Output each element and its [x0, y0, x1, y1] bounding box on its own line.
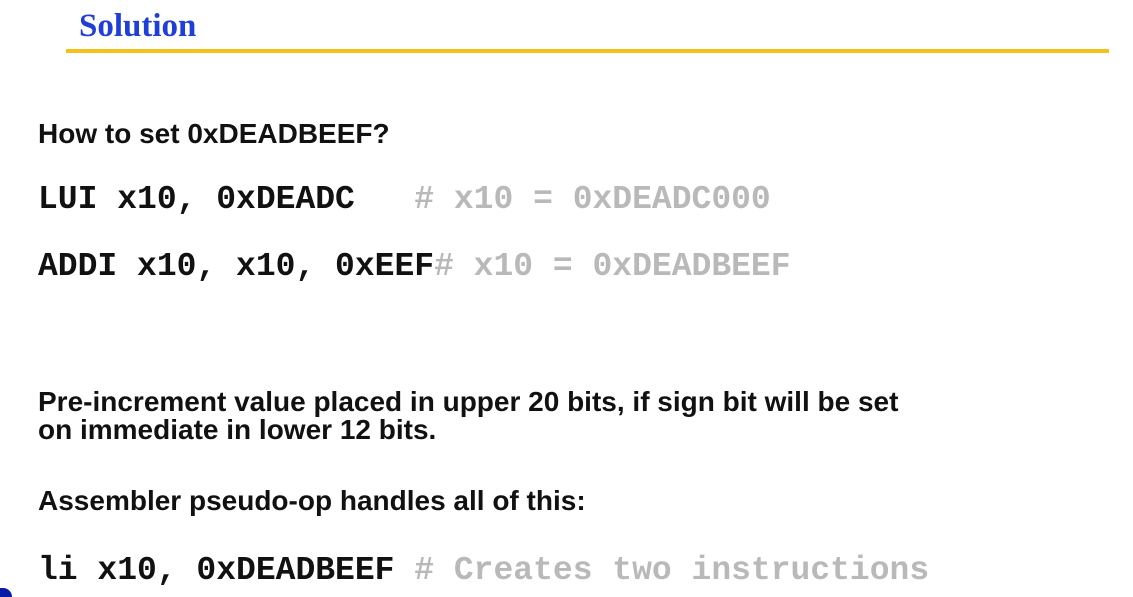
code-instruction: li x10, 0xDEADBEEF — [38, 552, 415, 589]
pseudo-op-text: Assembler pseudo-op handles all of this: — [38, 485, 586, 516]
code-line-lui: LUI x10, 0xDEADC # x10 = 0xDEADC000 — [38, 180, 771, 220]
explanation-line-2: on immediate in lower 12 bits. — [38, 414, 437, 445]
corner-decoration — [0, 588, 12, 597]
code-instruction: ADDI x10, x10, 0xEEF — [38, 248, 435, 285]
title-underline — [66, 49, 1109, 53]
code-instruction: LUI x10, 0xDEADC — [38, 181, 415, 218]
slide-title: Solution — [79, 8, 197, 44]
code-line-li: li x10, 0xDEADBEEF # Creates two instruc… — [38, 551, 929, 591]
question-text: How to set 0xDEADBEEF? — [38, 118, 390, 149]
code-comment: # Creates two instructions — [414, 552, 930, 589]
code-comment: # x10 = 0xDEADBEEF — [434, 248, 791, 285]
code-comment: # x10 = 0xDEADC000 — [414, 181, 771, 218]
slide: Solution How to set 0xDEADBEEF? LUI x10,… — [0, 0, 1133, 597]
code-line-addi: ADDI x10, x10, 0xEEF# x10 = 0xDEADBEEF — [38, 247, 791, 287]
